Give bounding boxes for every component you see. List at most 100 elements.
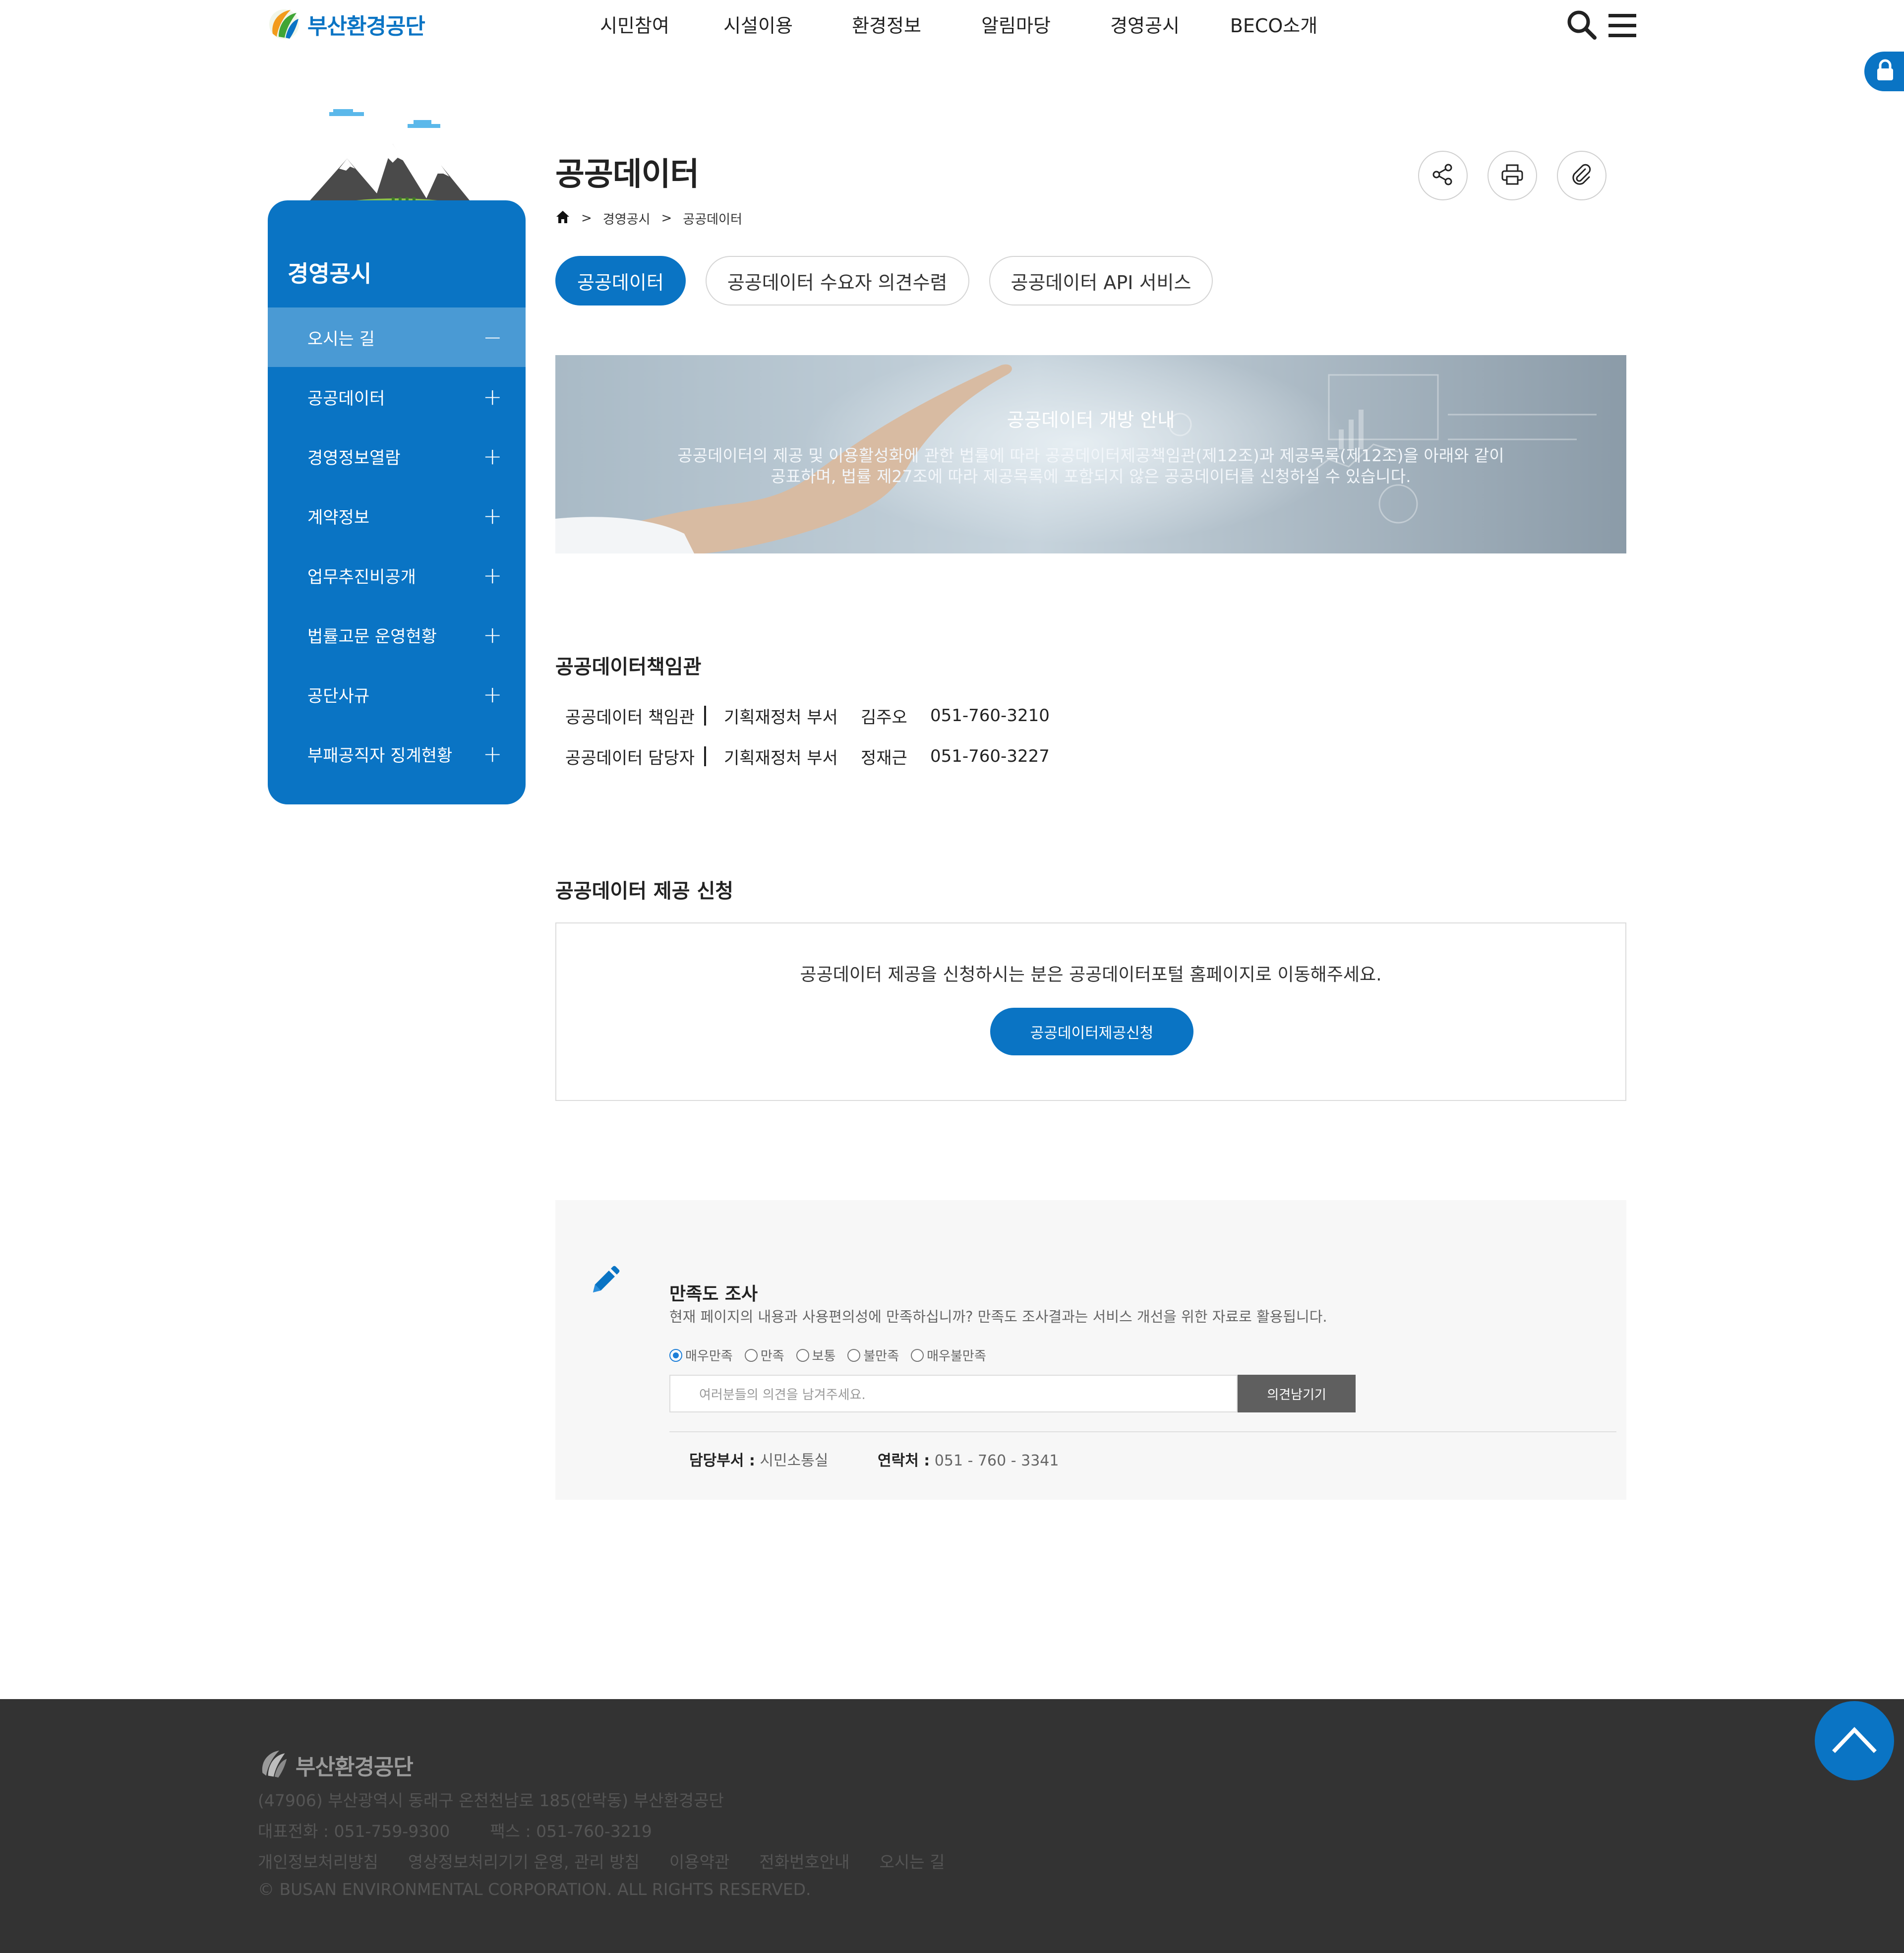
officer-name: 김주오 bbox=[861, 707, 907, 728]
dept-label: 담당부서 : bbox=[689, 1452, 755, 1469]
radio-label: 보통 bbox=[812, 1349, 836, 1364]
sidebar-item-directions[interactable]: 오시는 길 − bbox=[268, 307, 526, 367]
sidebar-item-label: 부패공직자 징계현황 bbox=[307, 745, 453, 766]
sidebar-item-contract-info[interactable]: 계약정보 + bbox=[268, 486, 526, 546]
footer-link-cctv[interactable]: 영상정보처리기기 운영, 관리 방침 bbox=[408, 1849, 640, 1873]
survey-dept: 담당부서 : 시민소통실 bbox=[689, 1448, 828, 1470]
radio-dot bbox=[796, 1348, 809, 1362]
officer-phone: 051-760-3227 bbox=[930, 746, 1050, 766]
radio-dot bbox=[669, 1348, 682, 1362]
footer-links: 개인정보처리방침 영상정보처리기기 운영, 관리 방침 이용약관 전화번호안내 … bbox=[258, 1849, 945, 1873]
breadcrumb-item-current[interactable]: 공공데이터 bbox=[683, 209, 742, 228]
footer-link-privacy[interactable]: 개인정보처리방침 bbox=[258, 1849, 378, 1873]
officer-name: 정재근 bbox=[861, 748, 907, 768]
logo-leaf-icon bbox=[268, 8, 300, 41]
sidebar: 경영공시 오시는 길 − 공공데이터 + 경영정보열람 + 계약정보 + 업무추… bbox=[268, 200, 526, 804]
home-icon[interactable] bbox=[555, 209, 570, 228]
breadcrumb-item-management[interactable]: 경영공시 bbox=[603, 209, 651, 228]
attach-icon bbox=[1570, 163, 1593, 188]
sidebar-item-management-info[interactable]: 경영정보열람 + bbox=[268, 427, 526, 486]
gnb-item-facility[interactable]: 시설이용 bbox=[694, 0, 822, 48]
sidebar-title: 경영공시 bbox=[288, 260, 372, 287]
footer-logo: 부산환경공단 bbox=[258, 1749, 414, 1781]
footer: 부산환경공단 (47906) 부산광역시 동래구 온천천남로 185(안락동) … bbox=[0, 1699, 1904, 1953]
content-tabs: 공공데이터 공공데이터 수요자 의견수렴 공공데이터 API 서비스 bbox=[555, 256, 1213, 306]
apply-box: 공공데이터 제공을 신청하시는 분은 공공데이터포털 홈페이지로 이동해주세요.… bbox=[555, 922, 1626, 1101]
apply-button[interactable]: 공공데이터제공신청 bbox=[990, 1008, 1193, 1055]
gnb-item-environment[interactable]: 환경정보 bbox=[822, 0, 951, 48]
footer-link-terms[interactable]: 이용약관 bbox=[669, 1849, 729, 1873]
site-logo[interactable]: 부산환경공단 bbox=[268, 7, 441, 42]
plus-icon: + bbox=[483, 502, 502, 529]
lock-button[interactable] bbox=[1864, 52, 1904, 91]
footer-phone-line: 대표전화 : 051-759-9300 팩스 : 051-760-3219 bbox=[258, 1818, 652, 1842]
survey-description: 현재 페이지의 내용과 사용편의성에 만족하십니까? 만족도 조사결과는 서비스… bbox=[669, 1308, 1327, 1325]
footer-link-directions[interactable]: 오시는 길 bbox=[880, 1849, 945, 1873]
officer-row: 공공데이터 책임관 기획재정처 부서 김주오 051-760-3210 bbox=[565, 703, 1050, 728]
sidebar-item-label: 공단사규 bbox=[307, 686, 370, 706]
contact-label: 연락처 : bbox=[878, 1452, 930, 1469]
radio-dot bbox=[911, 1348, 924, 1362]
breadcrumb-separator: > bbox=[661, 211, 672, 226]
officer-dept: 기획재정처 부서 bbox=[724, 748, 838, 768]
plus-icon: + bbox=[483, 681, 502, 708]
banner-description: 공공데이터의 제공 및 이용활성화에 관한 법률에 따라 공공데이터제공책임관(… bbox=[674, 445, 1507, 487]
tab-opinion[interactable]: 공공데이터 수요자 의견수렴 bbox=[705, 256, 969, 305]
sidebar-item-expense-disclosure[interactable]: 업무추진비공개 + bbox=[268, 546, 526, 605]
print-button[interactable] bbox=[1488, 151, 1537, 200]
sidebar-item-regulations[interactable]: 공단사규 + bbox=[268, 665, 526, 724]
gnb-item-citizen[interactable]: 시민참여 bbox=[575, 0, 694, 48]
sidebar-item-disciplinary[interactable]: 부패공직자 징계현황 + bbox=[268, 724, 526, 784]
plus-icon: + bbox=[483, 383, 502, 410]
breadcrumb: > 경영공시 > 공공데이터 bbox=[555, 208, 742, 228]
search-icon[interactable] bbox=[1566, 9, 1598, 41]
radio-dissatisfied[interactable]: 불만족 bbox=[847, 1346, 899, 1364]
gnb-item-management[interactable]: 경영공시 bbox=[1081, 0, 1209, 48]
sidebar-item-label: 계약정보 bbox=[307, 507, 370, 528]
attach-button[interactable] bbox=[1557, 151, 1606, 200]
footer-copyright: © BUSAN ENVIRONMENTAL CORPORATION. ALL R… bbox=[258, 1880, 811, 1899]
officer-role: 공공데이터 담당자 bbox=[565, 748, 695, 768]
tab-public-data[interactable]: 공공데이터 bbox=[555, 256, 686, 305]
plus-icon: + bbox=[483, 740, 502, 767]
officer-section-title: 공공데이터책임관 bbox=[555, 656, 702, 678]
radio-neutral[interactable]: 보통 bbox=[796, 1346, 836, 1364]
survey-contact: 연락처 : 051 - 760 - 3341 bbox=[878, 1448, 1059, 1470]
sidebar-item-public-data[interactable]: 공공데이터 + bbox=[268, 367, 526, 427]
footer-address: (47906) 부산광역시 동래구 온천천남로 185(안락동) 부산환경공단 bbox=[258, 1791, 724, 1810]
officer-phone: 051-760-3210 bbox=[930, 706, 1050, 726]
radio-label: 매우만족 bbox=[685, 1349, 733, 1364]
opinion-submit-button[interactable]: 의견남기기 bbox=[1238, 1375, 1356, 1412]
opinion-input[interactable]: 여러분들의 의견을 남겨주세요. bbox=[669, 1375, 1238, 1412]
share-button[interactable] bbox=[1418, 151, 1468, 200]
plus-icon: + bbox=[483, 562, 502, 589]
global-nav: 시민참여 시설이용 환경정보 알림마당 경영공시 BECO소개 bbox=[575, 0, 1339, 48]
divider bbox=[704, 706, 706, 726]
footer-link-phone-guide[interactable]: 전화번호안내 bbox=[759, 1849, 849, 1873]
sidebar-item-label: 업무추진비공개 bbox=[307, 567, 416, 587]
sidebar-item-label: 공공데이터 bbox=[307, 388, 385, 409]
logo-text: 부산환경공단 bbox=[307, 14, 425, 39]
scroll-top-button[interactable] bbox=[1815, 1701, 1894, 1780]
radio-dot bbox=[847, 1348, 861, 1362]
survey-options: 매우만족 만족 보통 불만족 매우불만족 bbox=[669, 1346, 986, 1364]
gnb-item-about[interactable]: BECO소개 bbox=[1209, 0, 1339, 48]
radio-dot bbox=[744, 1348, 758, 1362]
tab-api-service[interactable]: 공공데이터 API 서비스 bbox=[989, 256, 1213, 305]
radio-very-satisfied[interactable]: 매우만족 bbox=[669, 1346, 733, 1364]
sidebar-item-label: 경영정보열람 bbox=[307, 448, 401, 468]
share-icon bbox=[1431, 163, 1454, 188]
gnb-item-notice[interactable]: 알림마당 bbox=[951, 0, 1081, 48]
survey-title: 만족도 조사 bbox=[669, 1284, 758, 1304]
divider bbox=[704, 746, 706, 766]
footer-fax: 팩스 : 051-760-3219 bbox=[490, 1822, 652, 1841]
page-title: 공공데이터 bbox=[555, 156, 699, 193]
apply-section-title: 공공데이터 제공 신청 bbox=[555, 880, 734, 903]
sidebar-item-legal-advisor[interactable]: 법률고문 운영현황 + bbox=[268, 605, 526, 665]
menu-icon[interactable] bbox=[1606, 11, 1638, 41]
radio-label: 만족 bbox=[760, 1349, 784, 1364]
sidebar-menu: 오시는 길 − 공공데이터 + 경영정보열람 + 계약정보 + 업무추진비공개 … bbox=[268, 307, 526, 784]
radio-satisfied[interactable]: 만족 bbox=[744, 1346, 784, 1364]
radio-very-dissatisfied[interactable]: 매우불만족 bbox=[911, 1346, 986, 1364]
footer-logo-text: 부산환경공단 bbox=[296, 1755, 414, 1780]
